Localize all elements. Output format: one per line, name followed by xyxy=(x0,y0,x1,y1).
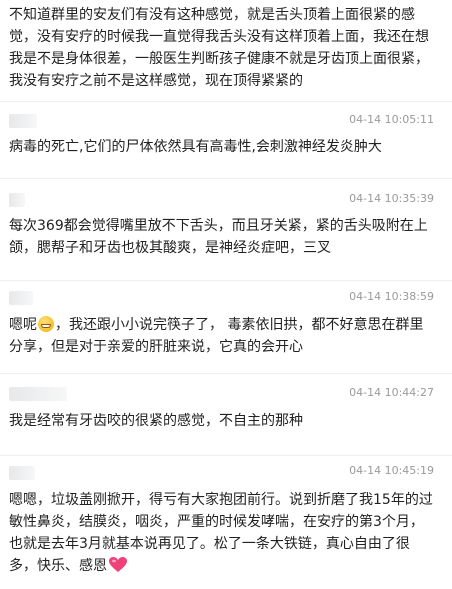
comment-divider xyxy=(0,455,452,456)
comment-feed: 不知道群里的安友们有没有这种感觉，就是舌头顶着上面很紧的感觉，没有安疗的时候我一… xyxy=(0,0,452,589)
comment-timestamp: 04-14 10:38:59 xyxy=(349,290,434,303)
comment-header: 04-14 10:35:39 xyxy=(0,190,452,210)
avatar[interactable] xyxy=(9,387,67,401)
comment-item: 04-14 10:45:19 嗯嗯，垃圾盖刚掀开，得亏有大家抱团前行。说到折磨了… xyxy=(0,462,452,589)
comment-header: 04-14 10:05:11 xyxy=(0,111,452,131)
comment-divider xyxy=(0,178,452,179)
comment-item: 不知道群里的安友们有没有这种感觉，就是舌头顶着上面很紧的感觉，没有安疗的时候我一… xyxy=(0,0,452,101)
comment-text-after-emoji: ，我还跟小小说完筷子了， 毒素依旧拱，都不好意思在群里分享，但是对于亲爱的肝脏来… xyxy=(9,317,424,355)
pink-heart-icon xyxy=(109,557,127,573)
avatar[interactable] xyxy=(9,291,33,305)
comment-header: 04-14 10:38:59 xyxy=(0,288,452,308)
comment-divider xyxy=(0,101,452,102)
comment-timestamp: 04-14 10:35:39 xyxy=(349,192,434,205)
comment-divider xyxy=(0,280,452,281)
comment-text: 嗯嗯，垃圾盖刚掀开，得亏有大家抱团前行。说到折磨了我15年的过敏性鼻炎，结膜炎，… xyxy=(9,489,434,577)
grinning-face-icon xyxy=(38,316,54,332)
comment-text: 不知道群里的安友们有没有这种感觉，就是舌头顶着上面很紧的感觉，没有安疗的时候我一… xyxy=(9,7,429,89)
comment-header: 04-14 10:45:19 xyxy=(0,462,452,482)
comment-item: 04-14 10:05:11 病毒的死亡,它们的尸体依然具有高毒性,会刺激神经发… xyxy=(0,111,452,175)
comment-text: 病毒的死亡,它们的尸体依然具有高毒性,会刺激神经发炎肿大 xyxy=(9,139,382,155)
comment-text-main: 嗯嗯，垃圾盖刚掀开，得亏有大家抱团前行。说到折磨了我15年的过敏性鼻炎，结膜炎，… xyxy=(9,492,433,574)
comment-timestamp: 04-14 10:45:19 xyxy=(349,464,434,477)
comment-divider xyxy=(0,373,452,374)
comment-text: 每次369都会觉得嘴里放不下舌头，而且牙关紧，紧的舌头吸附在上颌，腮帮子和牙齿也… xyxy=(9,218,428,256)
comment-text: 我是经常有牙齿咬的很紧的感觉，不自主的那种 xyxy=(9,413,303,429)
comment-text: 嗯呢 ，我还跟小小说完筷子了， 毒素依旧拱，都不好意思在群里分享，但是对于亲爱的肝… xyxy=(9,314,434,358)
avatar[interactable] xyxy=(9,114,37,128)
comment-item: 04-14 10:38:59 嗯呢 ，我还跟小小说完筷子了， 毒素依旧拱，都不好意… xyxy=(0,288,452,370)
comment-item: 04-14 10:35:39 每次369都会觉得嘴里放不下舌头，而且牙关紧，紧的… xyxy=(0,190,452,278)
avatar[interactable] xyxy=(9,193,25,207)
comment-item: 04-14 10:44:27 我是经常有牙齿咬的很紧的感觉，不自主的那种 xyxy=(0,384,452,448)
comment-text-before-emoji: 嗯呢 xyxy=(9,317,37,333)
avatar[interactable] xyxy=(9,466,35,480)
comment-timestamp: 04-14 10:44:27 xyxy=(349,386,434,399)
comment-header: 04-14 10:44:27 xyxy=(0,384,452,404)
comment-timestamp: 04-14 10:05:11 xyxy=(349,113,434,126)
